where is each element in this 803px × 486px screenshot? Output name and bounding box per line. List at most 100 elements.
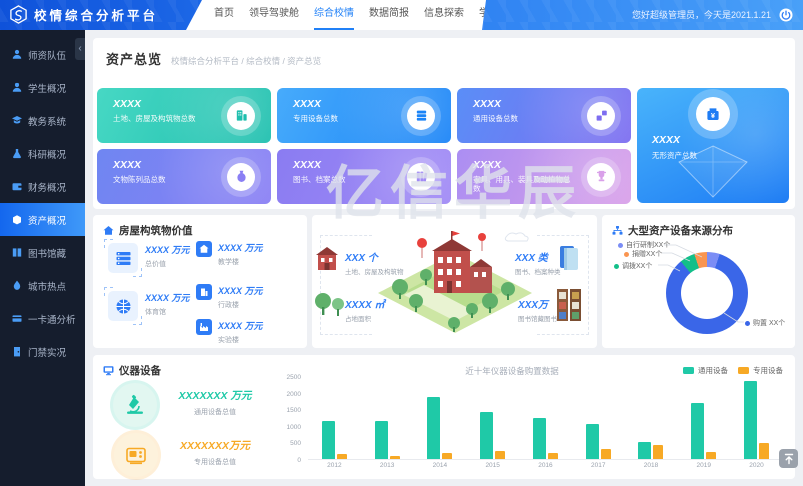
sidebar-item-hotspots[interactable]: 城市热点 <box>0 269 85 302</box>
y-axis-tick: 500 <box>290 440 301 447</box>
bar-chart-plot: 2012 2013 2014 2015 2016 2017 2018 2019 2020 <box>308 378 783 460</box>
teaching-building-item: XXXX 万元 教学楼 <box>196 241 263 267</box>
tab-campus-overview[interactable]: 综合校情 <box>314 0 354 30</box>
books-icon <box>407 163 435 191</box>
callout-donated: 捐赠XX个 <box>624 249 662 259</box>
sidebar: ‹ 师资队伍 学生概况 教务系统 科研概况 财务概况 <box>0 30 85 486</box>
sidebar-item-research[interactable]: 科研概况 <box>0 137 85 170</box>
bar-专用设备[interactable] <box>601 449 611 459</box>
factory-building-icon <box>196 319 212 335</box>
bar-通用设备[interactable] <box>638 442 651 459</box>
sidebar-item-students[interactable]: 学生概况 <box>0 71 85 104</box>
gym-value-item: XXXX 万元 体育馆 <box>108 291 190 321</box>
bar-group[interactable]: 2014 <box>427 378 452 459</box>
card-icon <box>12 313 22 324</box>
bar-通用设备[interactable] <box>533 418 546 459</box>
x-axis-tick: 2015 <box>485 462 499 469</box>
bar-通用设备[interactable] <box>480 412 493 459</box>
bar-通用设备[interactable] <box>375 421 388 459</box>
legend-dot <box>745 321 750 326</box>
bar-group[interactable]: 2020 <box>744 378 769 459</box>
sidebar-item-academic[interactable]: 教务系统 <box>0 104 85 137</box>
legend-general-equipment[interactable]: 通用设备 <box>683 365 728 376</box>
x-axis-tick: 2012 <box>327 462 341 469</box>
sidebar-item-assets[interactable]: 资产概况 <box>0 203 85 236</box>
bar-group[interactable]: 2018 <box>638 378 663 459</box>
app-logo: 校情综合分析平台 <box>9 5 158 24</box>
app-title: 校情综合分析平台 <box>34 5 158 24</box>
x-axis-tick: 2016 <box>538 462 552 469</box>
stat-card-intangible-assets[interactable]: ¥ XXXX 无形资产总数 <box>637 88 789 203</box>
special-equipment-value: XXXXXXX万元 专用设备总值 <box>155 438 275 467</box>
stat-card-land-buildings[interactable]: XXXX 土地、房屋及构筑物总数 <box>97 88 271 143</box>
campus-illustration <box>364 225 546 341</box>
bar-group[interactable]: 2019 <box>691 378 716 459</box>
sidebar-collapse-icon[interactable]: ‹ <box>75 38 85 60</box>
legend-swatch <box>683 367 694 374</box>
bar-group[interactable]: 2012 <box>322 378 347 459</box>
mini-schoolhouse-illustration <box>314 245 340 273</box>
y-axis-tick: 2500 <box>287 374 301 381</box>
bar-专用设备[interactable] <box>759 443 769 459</box>
tab-cockpit[interactable]: 领导驾驶舱 <box>249 0 299 30</box>
stat-card-books-archives[interactable]: XXXX 图书、档案总数 <box>277 149 451 204</box>
bar-专用设备[interactable] <box>442 453 452 459</box>
stat-card-general-equipment[interactable]: XXXX 通用设备总数 <box>457 88 631 143</box>
y-axis-tick: 1000 <box>287 424 301 431</box>
bar-通用设备[interactable] <box>322 421 335 459</box>
bar-通用设备[interactable] <box>744 381 757 459</box>
bar-group[interactable]: 2013 <box>375 378 400 459</box>
stat-card-furniture[interactable]: XXXX 家具、用具、装具及动植物总数 <box>457 149 631 204</box>
wallet-icon <box>12 181 22 192</box>
y-axis-tick: 1500 <box>287 407 301 414</box>
bar-group[interactable]: 2015 <box>480 378 505 459</box>
stat-card-special-equipment[interactable]: XXXX 专用设备总数 <box>277 88 451 143</box>
bar-通用设备[interactable] <box>691 403 704 459</box>
x-axis-tick: 2019 <box>697 462 711 469</box>
breadcrumb: 校情综合分析平台 / 综合校情 / 资产总览 <box>171 55 321 67</box>
back-to-top-button[interactable] <box>779 449 798 468</box>
tab-data-report[interactable]: 数据简报 <box>369 0 409 30</box>
tab-student-access[interactable]: 学生门禁 <box>479 0 519 30</box>
logout-power-icon[interactable] <box>779 8 793 22</box>
legend-dot <box>624 252 629 257</box>
bar-专用设备[interactable] <box>653 445 663 459</box>
top-navbar: 校情综合分析平台 首页 领导驾驶舱 综合校情 数据简报 信息探索 学生门禁 您好… <box>0 0 803 30</box>
legend-special-equipment[interactable]: 专用设备 <box>738 365 783 376</box>
sidebar-item-finance[interactable]: 财务概况 <box>0 170 85 203</box>
logo-hexagon-icon <box>9 5 28 24</box>
callout-allocated: 调拨XX个 <box>614 261 652 271</box>
x-axis-tick: 2017 <box>591 462 605 469</box>
bar-group[interactable]: 2017 <box>586 378 611 459</box>
sidebar-item-library[interactable]: 图书馆藏 <box>0 236 85 269</box>
tab-home[interactable]: 首页 <box>214 0 234 30</box>
vase-icon <box>227 163 255 191</box>
page-title: 资产总览 <box>106 49 162 68</box>
y-axis-tick: 0 <box>297 457 301 464</box>
bar-专用设备[interactable] <box>337 454 347 459</box>
admin-building-item: XXXX 万元 行政楼 <box>196 284 263 310</box>
building-value-panel: 房屋构筑物价值 XXXX 万元 总价值 XXXX 万元 体育馆 XXXX 万元 <box>93 215 307 348</box>
sidebar-item-teachers[interactable]: 师资队伍 <box>0 38 85 71</box>
boxes-icon <box>587 102 615 130</box>
campus-illustration-panel: XXX 个 土地、房屋及构筑物 XXXX ㎡ 占地面积 XXX 类 图书、档案种… <box>312 215 597 348</box>
bar-group[interactable]: 2016 <box>533 378 558 459</box>
tab-info-explore[interactable]: 信息探索 <box>424 0 464 30</box>
bar-通用设备[interactable] <box>586 424 599 459</box>
callout-purchased: 购置 XX个 <box>745 318 785 328</box>
bar-专用设备[interactable] <box>390 456 400 459</box>
x-axis-tick: 2020 <box>749 462 763 469</box>
x-axis-tick: 2014 <box>433 462 447 469</box>
book-categories-stat: XXX 类 图书、档案种类 <box>515 249 561 276</box>
stat-card-cultural-relics[interactable]: XXXX 文物陈列品总数 <box>97 149 271 204</box>
legend-dot <box>618 243 623 248</box>
office-building-icon <box>196 284 212 300</box>
bar-专用设备[interactable] <box>706 452 716 459</box>
grid-building-icon <box>108 243 138 273</box>
trees-illustration <box>314 291 348 317</box>
bar-专用设备[interactable] <box>548 453 558 459</box>
sidebar-item-access[interactable]: 门禁实况 <box>0 335 85 368</box>
bar-专用设备[interactable] <box>495 451 505 459</box>
sidebar-item-card-analysis[interactable]: 一卡通分析 <box>0 302 85 335</box>
bar-通用设备[interactable] <box>427 397 440 459</box>
